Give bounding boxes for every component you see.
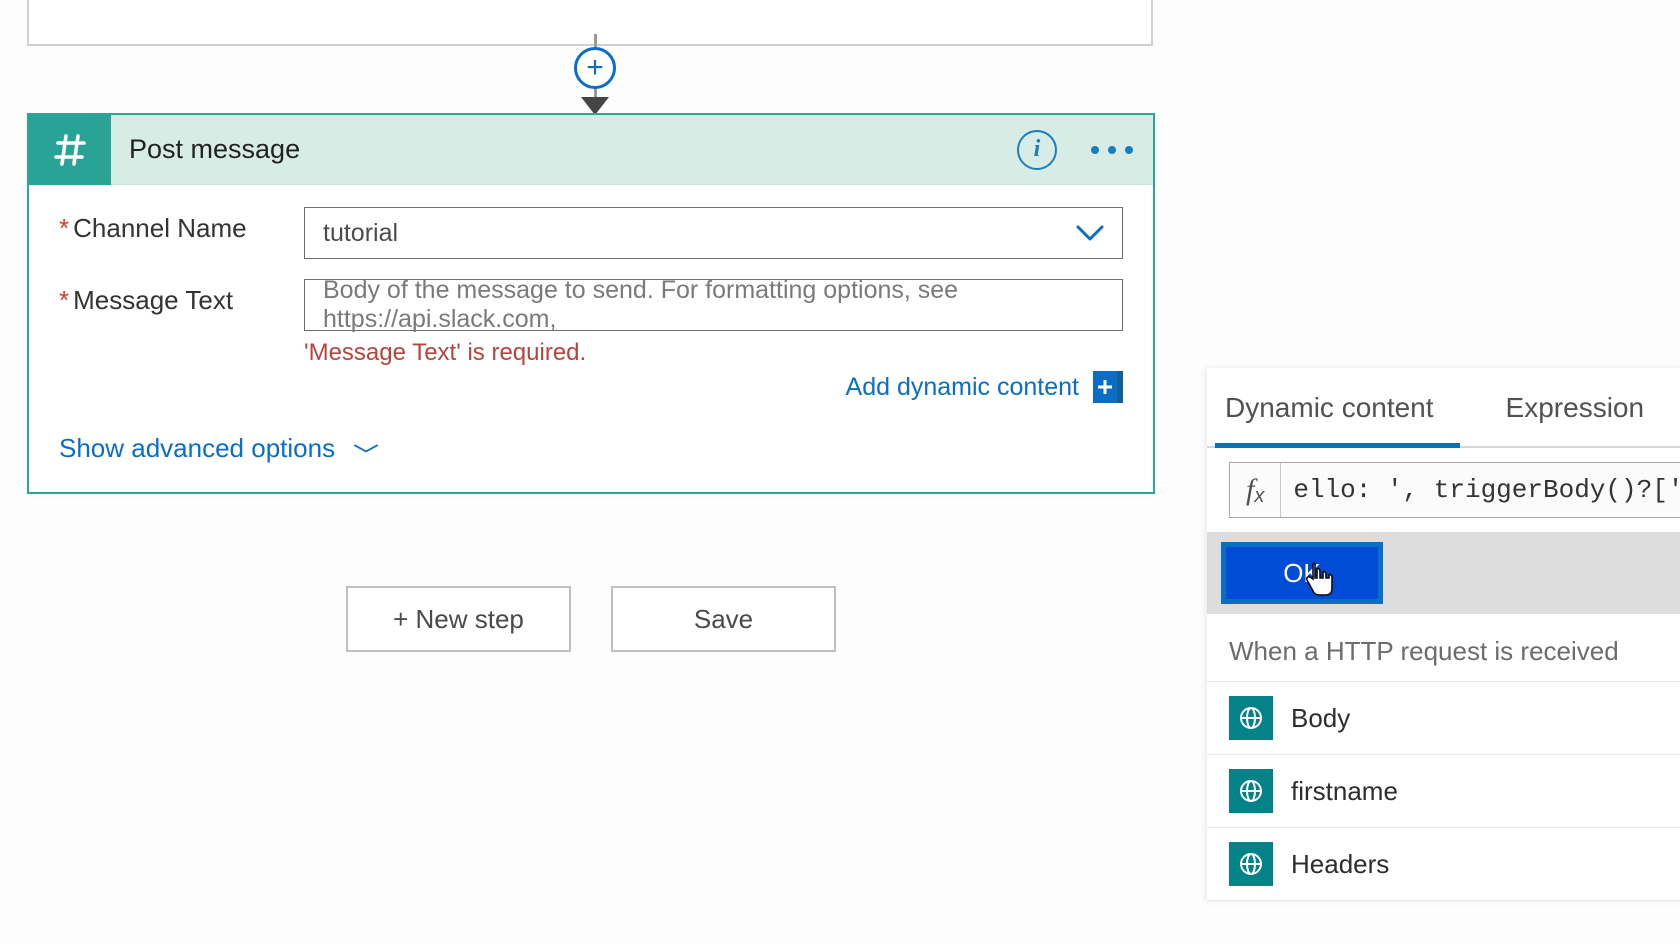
message-text-row: *Message Text Body of the message to sen…	[59, 279, 1123, 403]
tab-expression[interactable]: Expression	[1496, 368, 1671, 448]
message-text-error: 'Message Text' is required.	[304, 339, 1123, 367]
http-token-icon	[1229, 769, 1273, 813]
token-label: Headers	[1291, 849, 1389, 880]
cursor-pointer-icon	[1304, 561, 1334, 597]
token-firstname[interactable]: firstname	[1207, 754, 1680, 827]
ok-button-row: OK	[1207, 532, 1680, 614]
slack-action-icon	[29, 115, 111, 185]
plus-icon	[1096, 378, 1114, 396]
http-token-icon	[1229, 696, 1273, 740]
new-step-button[interactable]: + New step	[346, 586, 571, 652]
token-headers[interactable]: Headers	[1207, 827, 1680, 901]
token-section-title: When a HTTP request is received	[1207, 614, 1680, 681]
more-menu-button[interactable]	[1091, 146, 1133, 154]
card-title: Post message	[129, 134, 1017, 165]
channel-name-row: *Channel Name tutorial	[59, 207, 1123, 259]
tab-dynamic-content[interactable]: Dynamic content	[1215, 368, 1460, 448]
dot-icon	[1125, 146, 1133, 154]
dynamic-content-panel: Dynamic content Expression fx ello: ', t…	[1207, 368, 1680, 901]
token-label: Body	[1291, 703, 1350, 734]
info-icon[interactable]: i	[1017, 130, 1057, 170]
fx-icon: fx	[1230, 463, 1281, 517]
http-token-icon	[1229, 842, 1273, 886]
ok-button[interactable]: OK	[1221, 542, 1383, 604]
channel-name-label: *Channel Name	[59, 207, 304, 244]
card-body: *Channel Name tutorial *Message Text Bod…	[29, 185, 1153, 492]
dot-icon	[1108, 146, 1116, 154]
channel-name-value: tutorial	[323, 219, 398, 248]
flow-action-buttons: + New step Save	[27, 586, 1155, 652]
dynamic-content-tabs: Dynamic content Expression	[1207, 368, 1680, 448]
expression-value: ello: ', triggerBody()?['f	[1281, 475, 1680, 505]
expression-input[interactable]: fx ello: ', triggerBody()?['f	[1229, 462, 1680, 518]
chevron-down-icon	[353, 441, 379, 457]
chevron-down-icon	[1076, 217, 1104, 249]
message-text-label: *Message Text	[59, 279, 304, 316]
add-dynamic-content-link[interactable]: Add dynamic content	[846, 373, 1079, 402]
message-text-placeholder: Body of the message to send. For formatt…	[323, 276, 1104, 334]
dot-icon	[1091, 146, 1099, 154]
channel-name-select[interactable]: tutorial	[304, 207, 1123, 259]
token-label: firstname	[1291, 776, 1398, 807]
flow-connector: +	[570, 39, 620, 115]
post-message-card: Post message i *Channel Name tutorial	[27, 113, 1155, 494]
add-dynamic-content-button[interactable]	[1093, 371, 1123, 403]
save-button[interactable]: Save	[611, 586, 836, 652]
show-advanced-options-link[interactable]: Show advanced options	[59, 433, 1123, 464]
hash-icon	[50, 130, 90, 170]
insert-step-button[interactable]: +	[574, 47, 616, 89]
message-text-input[interactable]: Body of the message to send. For formatt…	[304, 279, 1123, 331]
token-body[interactable]: Body	[1207, 681, 1680, 754]
card-header[interactable]: Post message i	[29, 115, 1153, 185]
